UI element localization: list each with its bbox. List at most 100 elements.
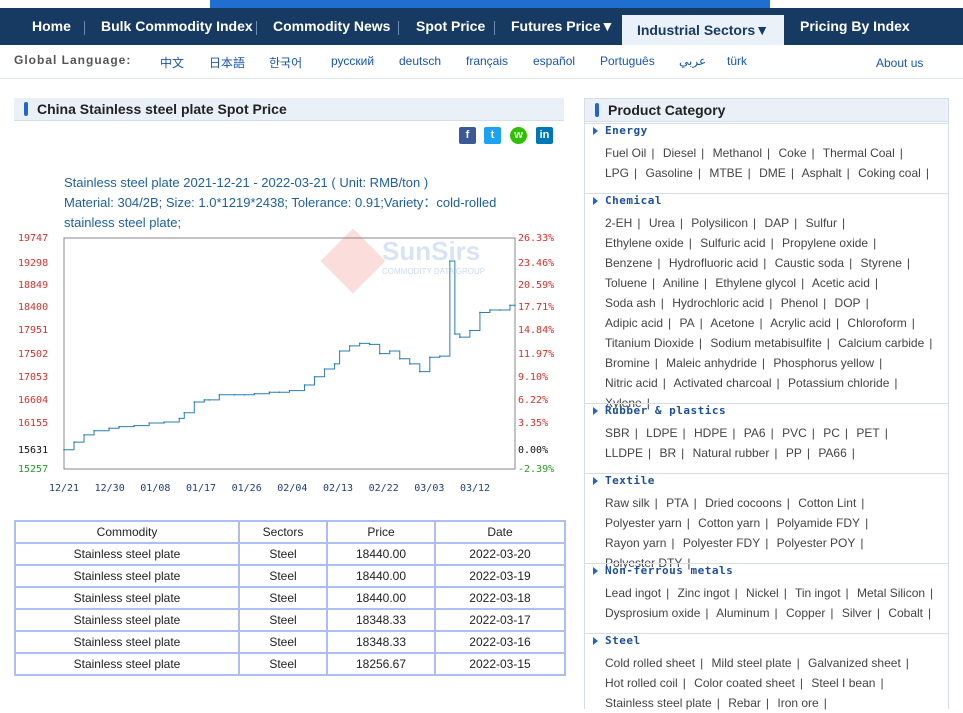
category-item-link[interactable]: LPG: [605, 166, 629, 180]
category-item-link[interactable]: BR: [660, 446, 677, 460]
category-item-link[interactable]: Polyester yarn: [605, 516, 682, 530]
category-item-link[interactable]: Cold rolled sheet: [605, 656, 695, 670]
lang-portuguese[interactable]: Português: [600, 54, 655, 68]
category-item-link[interactable]: Tin ingot: [795, 586, 841, 600]
category-item-link[interactable]: PC: [823, 426, 840, 440]
category-item-link[interactable]: Adipic acid: [605, 316, 663, 330]
category-item-link[interactable]: Sodium metabisulfite: [710, 336, 821, 350]
lang-chinese[interactable]: 中文: [160, 54, 184, 71]
nav-pricing-by-index[interactable]: Pricing By Index: [800, 8, 910, 45]
category-item-link[interactable]: Methanol: [713, 146, 762, 160]
category-item-link[interactable]: Polyamide FDY: [777, 516, 860, 530]
lang-russian[interactable]: русский: [331, 54, 374, 68]
lang-german[interactable]: deutsch: [399, 54, 441, 68]
category-item-link[interactable]: Lead ingot: [605, 586, 661, 600]
category-item-link[interactable]: Nickel: [746, 586, 779, 600]
category-item-link[interactable]: Hot rolled coil: [605, 676, 678, 690]
nav-industrial-sectors[interactable]: Industrial Sectors▼: [622, 15, 784, 45]
category-item-link[interactable]: Ethylene glycol: [715, 276, 796, 290]
category-item-link[interactable]: PA66: [818, 446, 846, 460]
category-item-link[interactable]: Acetic acid: [812, 276, 870, 290]
category-item-link[interactable]: Chloroform: [847, 316, 906, 330]
category-item-link[interactable]: Polysilicon: [691, 216, 748, 230]
category-item-link[interactable]: Silver: [842, 606, 872, 620]
category-item-link[interactable]: Fuel Oil: [605, 146, 646, 160]
category-item-link[interactable]: Activated charcoal: [673, 376, 771, 390]
about-us-link[interactable]: About us: [876, 56, 923, 70]
category-item-link[interactable]: Caustic soda: [775, 256, 844, 270]
category-item-link[interactable]: Natural rubber: [693, 446, 770, 460]
lang-japanese[interactable]: 日本語: [209, 54, 245, 71]
facebook-icon[interactable]: f: [459, 127, 476, 144]
category-item-link[interactable]: DME: [759, 166, 786, 180]
category-item-link[interactable]: Dysprosium oxide: [605, 606, 700, 620]
lang-spanish[interactable]: español: [533, 54, 575, 68]
category-item-link[interactable]: Phenol: [781, 296, 818, 310]
category-item-link[interactable]: SBR: [605, 426, 630, 440]
nav-home[interactable]: Home: [32, 8, 71, 45]
category-item-link[interactable]: Cobalt: [888, 606, 923, 620]
category-item-link[interactable]: PA: [680, 316, 695, 330]
category-item-link[interactable]: Copper: [786, 606, 825, 620]
category-item-link[interactable]: Gasoline: [645, 166, 692, 180]
category-item-link[interactable]: Cotton yarn: [698, 516, 760, 530]
wechat-icon[interactable]: w: [510, 127, 527, 144]
category-item-link[interactable]: Aluminum: [716, 606, 769, 620]
lang-arabic[interactable]: عربي: [679, 54, 706, 68]
category-item-link[interactable]: Asphalt: [802, 166, 842, 180]
lang-french[interactable]: français: [466, 54, 508, 68]
category-item-link[interactable]: PTA: [666, 496, 688, 510]
linkedin-icon[interactable]: in: [536, 127, 553, 144]
category-item-link[interactable]: Metal Silicon: [857, 586, 925, 600]
category-item-link[interactable]: Urea: [649, 216, 675, 230]
twitter-icon[interactable]: t: [484, 127, 501, 144]
category-item-link[interactable]: Iron ore: [777, 696, 818, 710]
category-item-link[interactable]: Phosphorus yellow: [773, 356, 874, 370]
category-item-link[interactable]: Titanium Dioxide: [605, 336, 694, 350]
category-item-link[interactable]: Acetone: [710, 316, 754, 330]
category-item-link[interactable]: Aniline: [663, 276, 699, 290]
nav-bulk-commodity-index[interactable]: Bulk Commodity Index: [101, 8, 253, 45]
category-item-link[interactable]: Nitric acid: [605, 376, 658, 390]
category-item-link[interactable]: PVC: [782, 426, 807, 440]
nav-futures-price[interactable]: Futures Price▼: [511, 8, 614, 45]
category-section-title[interactable]: Rubber & plastics: [605, 404, 726, 417]
category-item-link[interactable]: Mild steel plate: [712, 656, 792, 670]
category-section-title[interactable]: Chemical: [605, 194, 662, 207]
category-item-link[interactable]: DOP: [835, 296, 861, 310]
category-section-title[interactable]: Textile: [605, 474, 655, 487]
category-item-link[interactable]: HDPE: [694, 426, 727, 440]
category-item-link[interactable]: 2-EH: [605, 216, 632, 230]
category-item-link[interactable]: Ethylene oxide: [605, 236, 684, 250]
category-item-link[interactable]: Hydrofluoric acid: [669, 256, 758, 270]
category-item-link[interactable]: LDPE: [646, 426, 677, 440]
category-section-title[interactable]: Energy: [605, 124, 648, 137]
category-item-link[interactable]: Calcium carbide: [838, 336, 924, 350]
category-item-link[interactable]: DAP: [764, 216, 789, 230]
category-item-link[interactable]: PA6: [744, 426, 766, 440]
category-item-link[interactable]: Thermal Coal: [823, 146, 895, 160]
category-item-link[interactable]: Acrylic acid: [770, 316, 831, 330]
category-item-link[interactable]: Rebar: [728, 696, 761, 710]
category-item-link[interactable]: Rayon yarn: [605, 536, 666, 550]
nav-commodity-news[interactable]: Commodity News: [273, 8, 390, 45]
category-item-link[interactable]: Diesel: [663, 146, 696, 160]
category-item-link[interactable]: Benzene: [605, 256, 652, 270]
category-item-link[interactable]: Sulfuric acid: [700, 236, 765, 250]
category-item-link[interactable]: Styrene: [861, 256, 902, 270]
lang-turkish[interactable]: türk: [727, 54, 747, 68]
category-item-link[interactable]: Soda ash: [605, 296, 656, 310]
category-item-link[interactable]: Sulfur: [806, 216, 837, 230]
category-section-title[interactable]: Steel: [605, 634, 641, 647]
category-item-link[interactable]: Coking coal: [858, 166, 921, 180]
category-item-link[interactable]: MTBE: [709, 166, 742, 180]
category-item-link[interactable]: Polyester FDY: [683, 536, 760, 550]
category-item-link[interactable]: Raw silk: [605, 496, 650, 510]
lang-korean[interactable]: 한국어: [269, 54, 302, 71]
nav-spot-price[interactable]: Spot Price: [416, 8, 485, 45]
category-item-link[interactable]: LLDPE: [605, 446, 643, 460]
category-item-link[interactable]: Potassium chloride: [788, 376, 889, 390]
category-item-link[interactable]: Dried cocoons: [705, 496, 782, 510]
category-item-link[interactable]: PP: [786, 446, 802, 460]
category-item-link[interactable]: PET: [856, 426, 879, 440]
